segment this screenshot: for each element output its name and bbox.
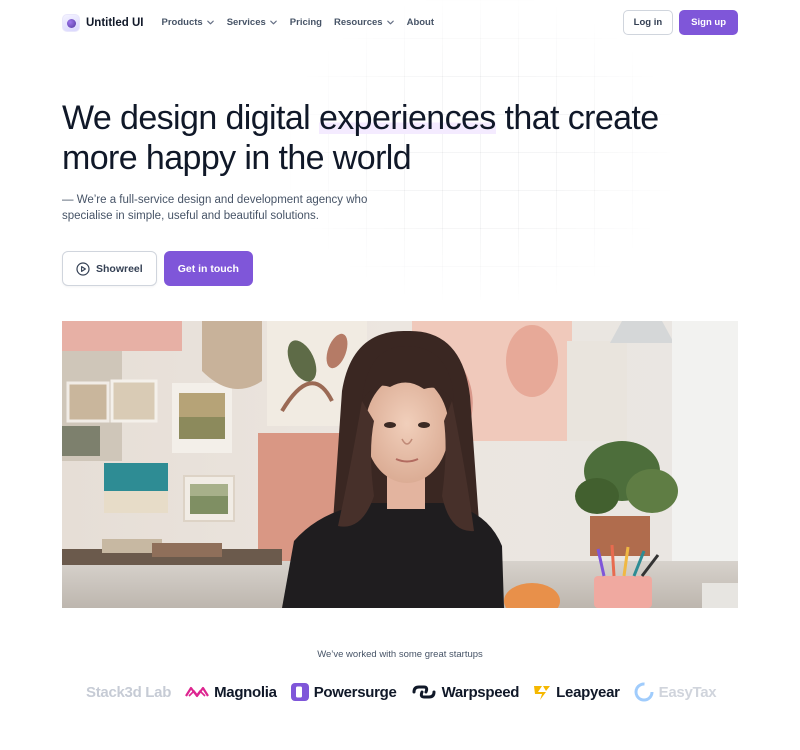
easytax-icon xyxy=(634,682,654,702)
showreel-button[interactable]: Showreel xyxy=(62,251,157,286)
signup-button[interactable]: Sign up xyxy=(679,10,738,35)
nav-link-pricing[interactable]: Pricing xyxy=(290,17,322,28)
logo-warpspeed: Warpspeed xyxy=(410,683,520,701)
hero-photo-illustration xyxy=(62,321,738,608)
logo-name: Leapyear xyxy=(556,683,620,701)
hero-subtitle: — We’re a full-service design and develo… xyxy=(62,194,368,222)
hero-title-highlight: experiences xyxy=(318,99,496,137)
leapyear-icon xyxy=(534,686,551,700)
login-button[interactable]: Log in xyxy=(622,10,674,35)
nav-link-label: Services xyxy=(226,17,266,28)
hero-title-part1: We design digital xyxy=(62,99,319,137)
logo-easytax: EasyTax xyxy=(633,681,717,703)
logo-magnolia: Magnolia xyxy=(184,684,277,701)
hero-title: We design digital experiences that creat… xyxy=(62,98,662,178)
logo-stack3d-lab: Stack3d Lab xyxy=(86,684,171,701)
nav-actions: Log in Sign up xyxy=(622,10,738,35)
nav-link-label: Pricing xyxy=(289,17,322,28)
logo-name: Warpspeed xyxy=(441,683,520,701)
startup-logos: Stack3d Lab Magnolia Powersurge Warpspee… xyxy=(86,680,720,704)
brand-mark-icon xyxy=(62,13,80,32)
top-navigation: Untitled UI Products Services Pricing Re… xyxy=(62,10,738,35)
logo-name: EasyTax xyxy=(658,683,717,701)
chevron-down-icon xyxy=(386,20,394,25)
get-in-touch-button[interactable]: Get in touch xyxy=(163,251,253,286)
warpspeed-icon xyxy=(412,685,436,699)
nav-link-label: Products xyxy=(161,17,203,28)
chevron-down-icon xyxy=(206,20,214,25)
magnolia-icon xyxy=(185,686,210,698)
hero-photo xyxy=(62,321,738,608)
showreel-label: Showreel xyxy=(96,262,143,275)
logo-leapyear: Leapyear xyxy=(532,682,620,702)
logos-caption: We’ve worked with some great startups xyxy=(317,649,483,660)
play-circle-icon xyxy=(76,261,90,276)
brand-name: Untitled UI xyxy=(86,16,144,29)
nav-link-about[interactable]: About xyxy=(407,17,434,28)
nav-link-products[interactable]: Products xyxy=(162,17,215,28)
nav-links: Products Services Pricing Resources Abou… xyxy=(162,17,435,28)
logo-name: Powersurge xyxy=(313,683,397,701)
hero-actions: Showreel Get in touch xyxy=(62,251,253,286)
nav-link-label: About xyxy=(406,17,435,28)
logo-name: Stack3d Lab xyxy=(86,683,172,701)
brand-logo[interactable]: Untitled UI xyxy=(62,13,144,32)
logo-powersurge: Powersurge xyxy=(290,682,397,702)
logo-name: Magnolia xyxy=(214,683,277,701)
nav-link-label: Resources xyxy=(333,17,383,28)
chevron-down-icon xyxy=(269,20,277,25)
nav-link-resources[interactable]: Resources xyxy=(334,17,395,28)
nav-link-services[interactable]: Services xyxy=(227,17,278,28)
powersurge-icon xyxy=(290,683,309,701)
